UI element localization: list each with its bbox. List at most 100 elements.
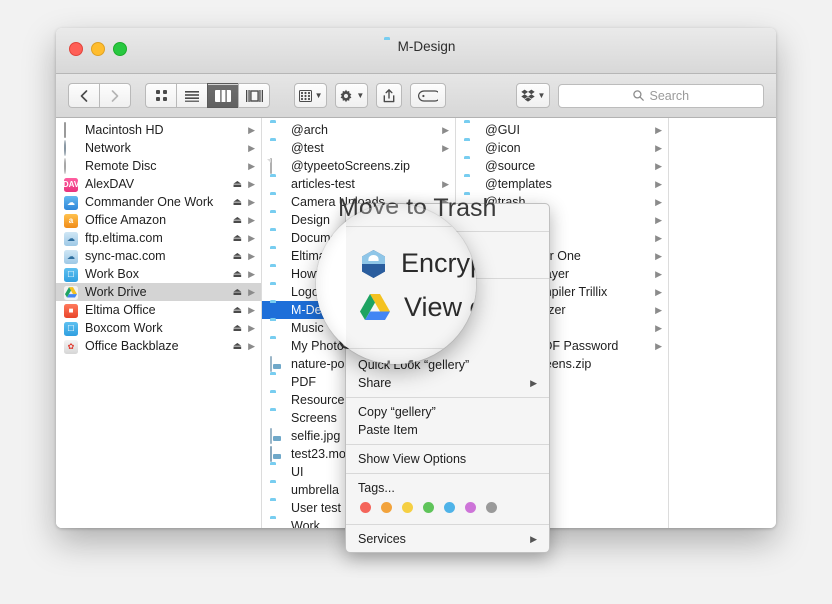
tag-color-dot[interactable] (360, 502, 371, 513)
sidebar-item[interactable]: ✿ Office Backblaze ⏏ ▶ (56, 337, 261, 355)
amazon-icon: a (64, 213, 79, 228)
magnifier-lens: Move to Trash Encrypt View on (316, 204, 476, 364)
lens-separator (346, 226, 476, 227)
disclosure-arrow-icon: ▶ (655, 214, 662, 225)
sidebar-item[interactable]: ☁ ftp.eltima.com ⏏ ▶ (56, 229, 261, 247)
window-titlebar[interactable]: M-Design (56, 28, 776, 74)
column2-item[interactable]: @arch ▶ (262, 121, 455, 139)
menu-item-copy[interactable]: Copy “gellery” (346, 403, 549, 421)
tag-color-dot[interactable] (444, 502, 455, 513)
menu-item-tags[interactable]: Tags... (346, 479, 549, 497)
item-label: Commander One Work (85, 195, 214, 209)
tag-color-dot[interactable] (381, 502, 392, 513)
tag-color-dot[interactable] (486, 502, 497, 513)
sidebar-item[interactable]: ☁ Commander One Work ⏏ ▶ (56, 193, 261, 211)
eject-icon[interactable]: ⏏ (233, 269, 242, 280)
folder-icon (270, 249, 285, 264)
disclosure-arrow-icon: ▶ (655, 124, 662, 135)
column-view-button[interactable] (207, 83, 238, 108)
folder-icon (270, 123, 285, 138)
tags-button[interactable] (410, 83, 447, 108)
eject-icon[interactable]: ⏏ (233, 305, 242, 316)
tag-color-dot[interactable] (465, 502, 476, 513)
sidebar-item[interactable]: ☐ Work Box ⏏ ▶ (56, 265, 261, 283)
lens-menu-item-view-on-drive[interactable]: View on drogle.com (360, 292, 476, 323)
item-label: sync-mac.com (85, 249, 166, 263)
sidebar-item[interactable]: Work Drive ⏏ ▶ (56, 283, 261, 301)
sidebar-item[interactable]: ■ Eltima Office ⏏ ▶ (56, 301, 261, 319)
item-label: Work Box (85, 267, 139, 281)
folder-icon (464, 177, 479, 192)
lens-menu-item-encrypt[interactable]: Encrypt (360, 248, 476, 279)
hard-disk-icon (64, 121, 79, 138)
globe-icon (64, 139, 79, 156)
item-label: Work Drive (85, 285, 147, 299)
search-icon (632, 90, 644, 101)
disclosure-arrow-icon: ▶ (655, 268, 662, 279)
list-view-button[interactable] (176, 83, 207, 108)
back-button[interactable] (68, 83, 99, 108)
eject-icon[interactable]: ⏏ (233, 341, 242, 352)
google-drive-icon (64, 285, 79, 300)
sidebar-item[interactable]: Macintosh HD ▶ (56, 121, 261, 139)
navigation-button-group (68, 83, 131, 108)
disclosure-arrow-icon: ▶ (248, 340, 255, 351)
column2-item[interactable]: @test ▶ (262, 139, 455, 157)
sidebar-item[interactable]: ☁ sync-mac.com ⏏ ▶ (56, 247, 261, 265)
action-button[interactable]: ▼ (335, 83, 369, 108)
eject-icon[interactable]: ⏏ (233, 233, 242, 244)
eject-icon[interactable]: ⏏ (233, 323, 242, 334)
item-label: @test (291, 141, 324, 155)
sidebar-item[interactable]: Remote Disc ▶ (56, 157, 261, 175)
menu-item-paste[interactable]: Paste Item (346, 421, 549, 439)
disclosure-arrow-icon: ▶ (248, 214, 255, 225)
item-label: @icon (485, 141, 521, 155)
sidebar-item[interactable]: ☐ Boxcom Work ⏏ ▶ (56, 319, 261, 337)
google-drive-icon (360, 294, 390, 321)
sidebar-item[interactable]: Network ▶ (56, 139, 261, 157)
chevron-down-icon: ▼ (537, 90, 546, 100)
search-input[interactable]: Search (557, 83, 765, 108)
item-label: @typeetoScreens.zip (291, 159, 411, 173)
folder-icon (270, 321, 285, 336)
menu-item-services[interactable]: Services ▶ (346, 530, 549, 548)
eject-icon[interactable]: ⏏ (233, 197, 242, 208)
disclosure-arrow-icon: ▶ (248, 142, 255, 153)
disclosure-arrow-icon: ▶ (248, 160, 255, 171)
eject-icon[interactable]: ⏏ (233, 251, 242, 262)
column3-item[interactable]: @GUI ▶ (456, 121, 668, 139)
item-label: Office Amazon (85, 213, 167, 227)
column2-item[interactable]: @typeetoScreens.zip (262, 157, 455, 175)
folder-icon (270, 285, 285, 300)
icon-view-button[interactable] (145, 83, 176, 108)
tag-color-dot[interactable] (423, 502, 434, 513)
disclosure-arrow-icon: ▶ (655, 232, 662, 243)
share-button[interactable] (376, 83, 403, 108)
disclosure-arrow-icon: ▶ (655, 322, 662, 333)
menu-item-share[interactable]: Share ▶ (346, 374, 549, 392)
lens-separator (346, 348, 476, 349)
column3-item[interactable]: @icon ▶ (456, 139, 668, 157)
dropbox-button[interactable]: ▼ (516, 83, 550, 108)
column3-item[interactable]: @source ▶ (456, 157, 668, 175)
disclosure-arrow-icon: ▶ (655, 250, 662, 261)
disclosure-arrow-icon: ▶ (655, 142, 662, 153)
sidebar-item[interactable]: DAV AlexDAV ⏏ ▶ (56, 175, 261, 193)
folder-icon (270, 231, 285, 246)
column2-item[interactable]: articles-test ▶ (262, 175, 455, 193)
eject-icon[interactable]: ⏏ (233, 215, 242, 226)
item-label: AlexDAV (85, 177, 135, 191)
arrange-button[interactable]: ▼ (294, 83, 328, 108)
tag-color-dot[interactable] (402, 502, 413, 513)
webdav-icon: DAV (63, 177, 79, 192)
sidebar-item[interactable]: a Office Amazon ⏏ ▶ (56, 211, 261, 229)
chevron-down-icon: ▼ (356, 90, 365, 100)
magnifier-lens-content: Move to Trash Encrypt View on (316, 204, 476, 364)
disclosure-arrow-icon: ▶ (248, 304, 255, 315)
gallery-view-button[interactable] (238, 83, 270, 108)
eject-icon[interactable]: ⏏ (233, 287, 242, 298)
eject-icon[interactable]: ⏏ (233, 179, 242, 190)
column3-item[interactable]: @templates ▶ (456, 175, 668, 193)
forward-button[interactable] (99, 83, 131, 108)
menu-item-show-view-options[interactable]: Show View Options (346, 450, 549, 468)
